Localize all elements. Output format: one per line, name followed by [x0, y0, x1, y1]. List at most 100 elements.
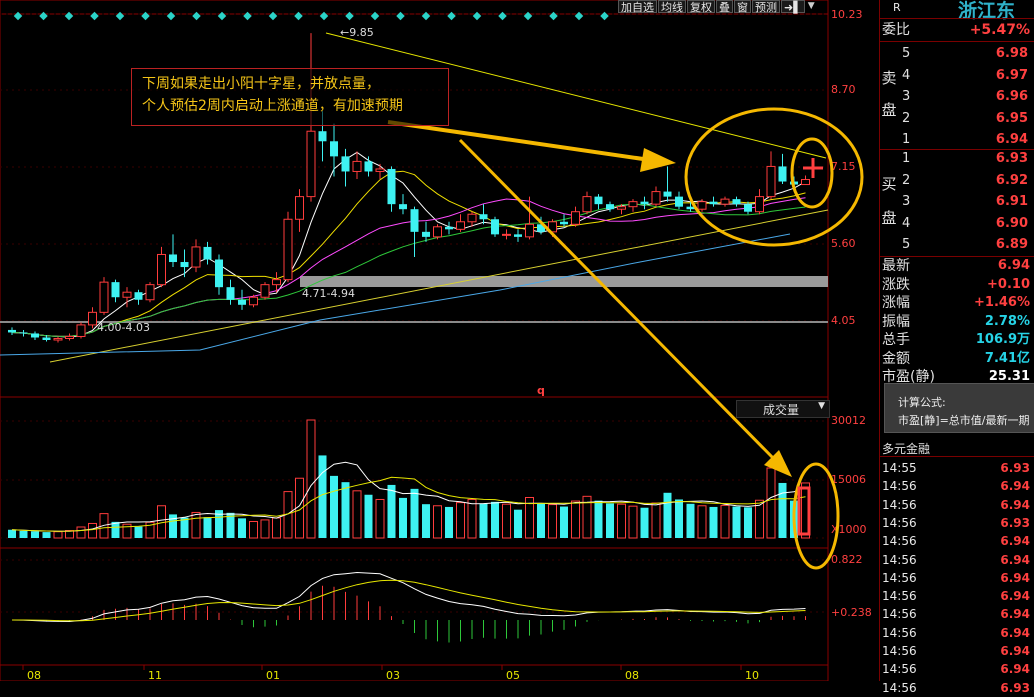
tooltip-formula: 市盈[静]=总市值/最新一期	[898, 414, 1030, 427]
tick-price: 6.93	[1000, 680, 1030, 695]
sell-level-row[interactable]: 5 6.98	[900, 43, 1032, 65]
volume-bar-up	[272, 517, 281, 539]
volume-bar-up	[456, 502, 465, 539]
candle-body-up	[628, 201, 638, 208]
event-marker	[115, 11, 125, 21]
adjust-button[interactable]: 复权	[687, 0, 715, 14]
volume-indicator-select[interactable]: 成交量 ▼	[736, 400, 830, 418]
buy-level-row[interactable]: 3 6.91	[900, 191, 1032, 213]
chevron-down-icon[interactable]: ▼	[806, 0, 817, 13]
event-marker	[64, 11, 74, 21]
tick-row: 14:56 6.94	[882, 551, 1034, 569]
wei-bi-row: 委比 +5.47%	[882, 20, 1032, 40]
candle-body-down	[364, 161, 373, 172]
sell-level-row[interactable]: 2 6.95	[900, 108, 1032, 130]
volume-bar-down	[180, 517, 189, 538]
level-price: 6.93	[995, 151, 1028, 166]
tooltip-title: 计算公式:	[898, 396, 946, 409]
event-marker	[217, 11, 227, 21]
macd-axis-label: 0.822	[831, 553, 863, 566]
event-marker	[39, 11, 48, 21]
candle-body-down	[8, 329, 16, 333]
event-marker	[523, 11, 533, 21]
volume-bar-down	[479, 503, 488, 538]
level-number: 3	[902, 194, 911, 209]
volume-bar-down	[111, 521, 120, 538]
volume-bar-down	[537, 503, 545, 538]
tick-time: 14:56	[882, 680, 917, 695]
candle-body-down	[169, 254, 177, 263]
volume-bar-down	[387, 484, 396, 538]
level-number: 1	[902, 151, 911, 166]
tick-time: 14:56	[882, 552, 917, 567]
volume-axis-label: 30012	[831, 414, 866, 427]
wei-bi-value: +5.47%	[969, 22, 1030, 38]
volume-bar-up	[352, 490, 362, 539]
candle-body-down	[318, 131, 327, 142]
buy-level-row[interactable]: 5 6.89	[900, 234, 1032, 256]
tick-price: 6.94	[1000, 644, 1030, 658]
overlay-button[interactable]: 叠	[716, 0, 733, 14]
buy-level-row[interactable]: 4 6.90	[900, 213, 1032, 235]
level-price: 6.90	[995, 215, 1028, 231]
event-marker	[370, 11, 380, 21]
stat-value: 6.94	[997, 258, 1030, 273]
tick-time: 14:56	[882, 515, 917, 530]
volume-bar-up	[88, 522, 97, 539]
buy-level-row[interactable]: 2 6.92	[900, 170, 1032, 192]
annotation-line-1: 下周如果走出小阳十字星，并放点量，	[142, 76, 380, 92]
stat-label: 涨跌	[882, 276, 910, 293]
candle-body-down	[19, 332, 28, 334]
volume-bar-up	[571, 500, 580, 539]
x-axis-label: 01	[266, 669, 280, 681]
candle-body-down	[215, 259, 223, 288]
candle-body-down	[399, 204, 407, 210]
price-axis-label: 5.60	[831, 237, 856, 250]
stat-row: 涨幅 +1.46%	[882, 293, 1032, 313]
stat-label: 金额	[882, 350, 910, 367]
tick-price: 6.94	[1000, 662, 1030, 677]
level-price: 6.95	[995, 110, 1028, 126]
arrow-shaft	[387, 120, 651, 162]
price-axis-label: 7.15	[831, 160, 856, 173]
forecast-button[interactable]: 预测	[752, 0, 780, 14]
volume-bar-down	[663, 492, 672, 538]
candle-body-down	[226, 287, 235, 300]
volume-bar-down	[514, 509, 522, 538]
candle-body-down	[180, 262, 189, 268]
candle-body-up	[283, 218, 293, 281]
moving-average-button[interactable]: 均线	[658, 0, 686, 14]
price-annotation: 4.71-4.94	[302, 287, 355, 300]
candle-body-up	[502, 233, 511, 236]
buy-level-row[interactable]: 1 6.93	[900, 148, 1032, 170]
volume-bar-down	[42, 532, 51, 538]
volume-bar-down	[744, 507, 752, 538]
level-price: 6.97	[995, 67, 1028, 83]
exit-icon[interactable]: ➜▌	[781, 0, 805, 14]
stat-row: 振幅 2.78%	[882, 312, 1032, 332]
divider	[879, 456, 1034, 457]
candle-body-up	[53, 337, 63, 341]
volume-bar-down	[341, 482, 350, 538]
window-button[interactable]: 窗	[734, 0, 751, 14]
sell-level-row[interactable]: 4 6.97	[900, 65, 1032, 87]
candle-body-down	[560, 221, 568, 225]
tick-time: 14:56	[882, 662, 917, 677]
tick-row: 14:56 6.94	[882, 642, 1034, 660]
add-watchlist-button[interactable]: 加自选	[618, 0, 657, 14]
stat-row: 涨跌 +0.10	[882, 275, 1032, 295]
candle-body-up	[65, 335, 74, 339]
tick-price: 6.94	[1000, 552, 1030, 567]
level-number: 2	[902, 110, 911, 126]
stat-value: +0.10	[987, 276, 1030, 292]
volume-indicator-label: 成交量	[763, 403, 800, 417]
event-marker	[345, 11, 354, 21]
event-marker	[498, 11, 507, 21]
tick-price: 6.93	[1000, 515, 1030, 530]
volume-bar-up	[628, 505, 638, 539]
level-price: 6.96	[995, 89, 1028, 104]
volume-bar-down	[640, 507, 649, 538]
event-marker	[574, 11, 584, 21]
sell-level-row[interactable]: 3 6.96	[900, 86, 1032, 108]
volume-bar-down	[491, 501, 499, 538]
